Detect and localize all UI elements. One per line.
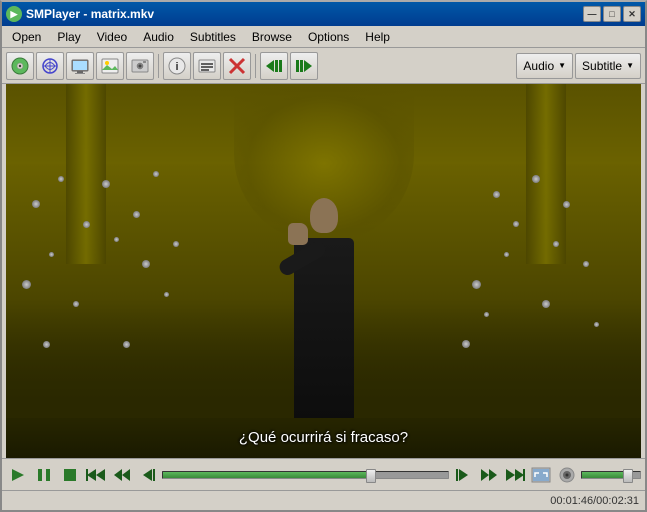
bullet-particle <box>153 171 159 177</box>
screenshot-icon <box>130 56 150 76</box>
pause-icon <box>36 467 52 483</box>
subtitle-dropdown[interactable]: Subtitle ▼ <box>575 53 641 79</box>
stop-icon <box>62 467 78 483</box>
svg-text:i: i <box>175 61 178 73</box>
bullet-particle <box>472 280 481 289</box>
subtitle-text: ¿Qué ocurrirá si fracaso? <box>239 429 408 446</box>
menu-help[interactable]: Help <box>357 28 398 46</box>
toolbar: i <box>2 48 645 84</box>
rewind-fast-icon <box>86 467 106 483</box>
open-image-button[interactable] <box>96 52 124 80</box>
menu-browse[interactable]: Browse <box>244 28 300 46</box>
fullscreen-icon <box>531 467 551 483</box>
time-total: 00:02:31 <box>596 495 639 507</box>
video-scene: ¿Qué ocurrirá si fracaso? <box>6 84 641 458</box>
fwd-icon <box>480 467 498 483</box>
screenshot-button[interactable] <box>126 52 154 80</box>
volume-thumb[interactable] <box>623 469 633 483</box>
bullet-particle <box>164 292 169 297</box>
preferences-icon <box>227 56 247 76</box>
play-icon <box>10 467 26 483</box>
bullet-particle <box>504 252 509 257</box>
rewind-icon <box>113 467 131 483</box>
progress-fill <box>163 472 371 478</box>
volume-icon <box>557 467 577 483</box>
menu-audio[interactable]: Audio <box>135 28 182 46</box>
bullet-particle <box>114 237 119 242</box>
pause-button[interactable] <box>32 463 56 487</box>
frame-fwd-button[interactable] <box>451 463 475 487</box>
next-track-icon <box>294 56 314 76</box>
bullet-particle <box>173 241 179 247</box>
info-icon: i <box>167 56 187 76</box>
volume-fill <box>582 472 628 478</box>
separator-2 <box>255 54 256 78</box>
bullet-particle <box>142 260 150 268</box>
minimize-button[interactable]: — <box>583 6 601 22</box>
bullet-particle <box>49 252 54 257</box>
separator-1 <box>158 54 159 78</box>
frame-back-button[interactable] <box>136 463 160 487</box>
bullet-particle <box>493 191 500 198</box>
bullet-particle <box>58 176 64 182</box>
app-icon: ▶ <box>6 6 22 22</box>
rewind-button[interactable] <box>110 463 134 487</box>
window-title: SMPlayer - matrix.mkv <box>26 7 583 21</box>
open-tv-button[interactable] <box>66 52 94 80</box>
stop-button[interactable] <box>58 463 82 487</box>
play-button[interactable] <box>6 463 30 487</box>
fullscreen-button[interactable] <box>529 463 553 487</box>
video-area[interactable]: ¿Qué ocurrirá si fracaso? <box>6 84 641 458</box>
statusbar: 00:01:46 / 00:02:31 <box>2 490 645 510</box>
image-icon <box>100 56 120 76</box>
menu-video[interactable]: Video <box>89 28 135 46</box>
prev-track-button[interactable] <box>260 52 288 80</box>
playlist-icon <box>197 56 217 76</box>
fwd-fast-button[interactable] <box>503 463 527 487</box>
app-window: ▶ SMPlayer - matrix.mkv — □ ✕ Open Play … <box>0 0 647 512</box>
open-disc-button[interactable] <box>6 52 34 80</box>
bullet-particle <box>133 211 140 218</box>
fwd-fast-icon <box>505 467 525 483</box>
controls-bar <box>2 458 645 490</box>
rewind-fast-button[interactable] <box>84 463 108 487</box>
time-current: 00:01:46 <box>550 495 593 507</box>
window-controls: — □ ✕ <box>583 6 641 22</box>
info-button[interactable]: i <box>163 52 191 80</box>
audio-label: Audio <box>523 59 554 73</box>
audio-dropdown[interactable]: Audio ▼ <box>516 53 573 79</box>
progress-bar[interactable] <box>162 471 449 479</box>
maximize-button[interactable]: □ <box>603 6 621 22</box>
titlebar: ▶ SMPlayer - matrix.mkv — □ ✕ <box>2 2 645 26</box>
network-icon <box>40 56 60 76</box>
tv-icon <box>70 56 90 76</box>
menu-play[interactable]: Play <box>49 28 88 46</box>
volume-button[interactable] <box>555 463 579 487</box>
volume-bar[interactable] <box>581 471 641 479</box>
disc-icon <box>10 56 30 76</box>
audio-dropdown-arrow: ▼ <box>558 61 566 70</box>
preferences-button[interactable] <box>223 52 251 80</box>
playlist-button[interactable] <box>193 52 221 80</box>
next-track-button[interactable] <box>290 52 318 80</box>
bullet-particle <box>513 221 519 227</box>
close-button[interactable]: ✕ <box>623 6 641 22</box>
progress-thumb[interactable] <box>366 469 376 483</box>
menu-subtitles[interactable]: Subtitles <box>182 28 244 46</box>
bullet-particle <box>583 261 589 267</box>
bullet-particle <box>22 280 31 289</box>
menu-options[interactable]: Options <box>300 28 357 46</box>
bullet-particle <box>32 200 40 208</box>
subtitle-dropdown-arrow: ▼ <box>626 61 634 70</box>
frame-fwd-icon <box>455 467 471 483</box>
menu-open[interactable]: Open <box>4 28 49 46</box>
subtitle-label: Subtitle <box>582 59 622 73</box>
menubar: Open Play Video Audio Subtitles Browse O… <box>2 26 645 48</box>
open-network-button[interactable] <box>36 52 64 80</box>
prev-track-icon <box>264 56 284 76</box>
frame-back-icon <box>140 467 156 483</box>
fwd-button[interactable] <box>477 463 501 487</box>
